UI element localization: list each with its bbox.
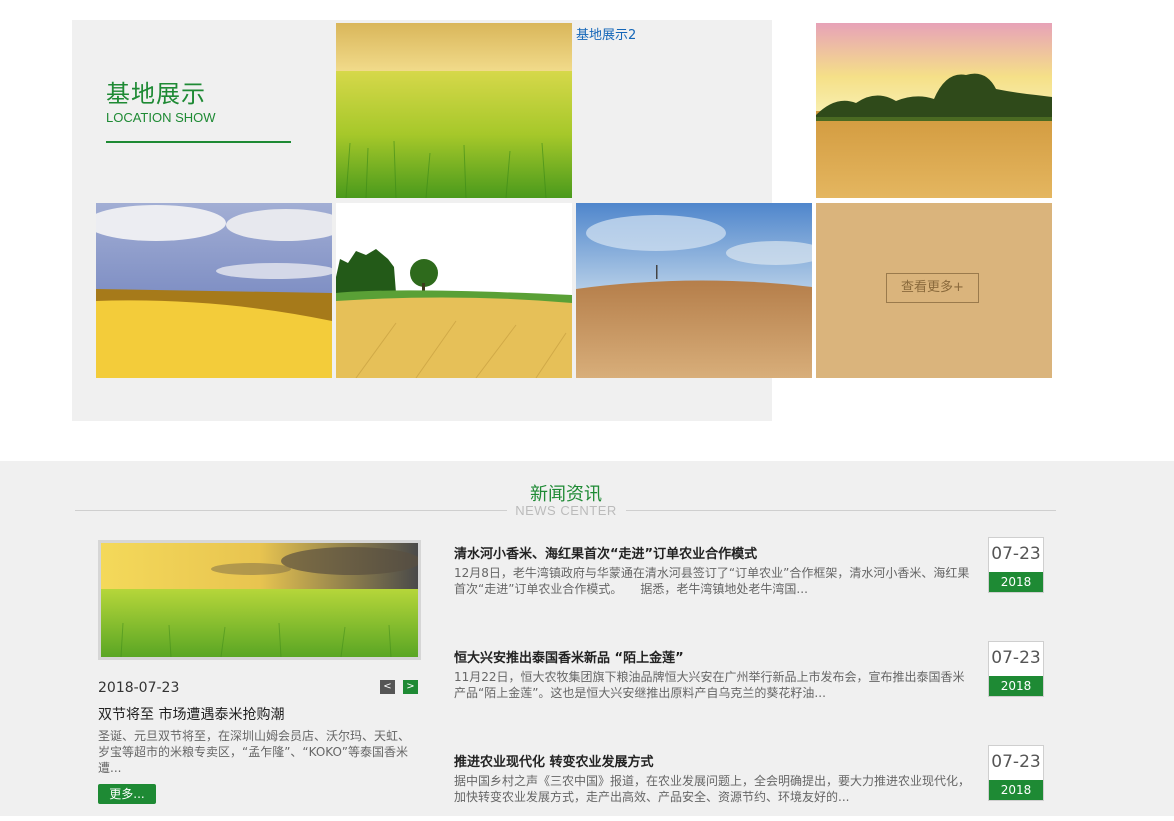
location-title: 基地展示 — [106, 80, 206, 108]
news-item-year: 2018 — [989, 676, 1043, 696]
news-item-day: 07-23 — [991, 544, 1041, 564]
news-section: 新闻资讯 NEWS CENTER 2018-07-23 < > 双节将至 市场遭… — [0, 461, 1174, 816]
location-section: 基地展示 LOCATION SHOW 基地展示2 查看更多+ — [0, 0, 1174, 460]
news-subtitle: NEWS CENTER — [515, 503, 617, 518]
gallery-image-link-2[interactable]: 基地展示2 — [576, 24, 636, 43]
featured-news-title[interactable]: 双节将至 市场遭遇泰米抢购潮 — [98, 704, 284, 724]
gallery-image-sunset-trees[interactable] — [816, 23, 1052, 198]
view-more-button[interactable]: 查看更多+ — [886, 273, 979, 303]
gallery-image-trees-wheat[interactable] — [336, 203, 572, 378]
news-item-date: 07-23 2018 — [988, 641, 1044, 697]
next-arrow-icon[interactable]: > — [403, 680, 418, 694]
gallery-image-brown-field[interactable] — [576, 203, 812, 378]
news-item-year: 2018 — [989, 780, 1043, 800]
news-item-date: 07-23 2018 — [988, 745, 1044, 801]
featured-more-button[interactable]: 更多... — [98, 784, 156, 804]
news-item-date: 07-23 2018 — [988, 537, 1044, 593]
news-item[interactable]: 恒大兴安推出泰国香米新品 “陌上金莲” 11月22日，恒大农牧集团旗下粮油品牌恒… — [454, 641, 1054, 717]
featured-news-image[interactable] — [98, 540, 421, 660]
gallery-more-tile: 查看更多+ — [816, 203, 1052, 378]
news-item-year: 2018 — [989, 572, 1043, 592]
prev-arrow-icon[interactable]: < — [380, 680, 395, 694]
news-item-title[interactable]: 清水河小香米、海红果首次“走进”订单农业合作模式 — [454, 543, 757, 562]
news-item-title[interactable]: 推进农业现代化 转变农业发展方式 — [454, 751, 654, 770]
featured-news-date: 2018-07-23 — [98, 680, 180, 696]
news-item-day: 07-23 — [991, 648, 1041, 668]
gallery-image-golden-hill[interactable] — [96, 203, 332, 378]
news-item-summary: 据中国乡村之声《三农中国》报道，在农业发展问题上，全会明确提出，要大力推进农业现… — [454, 774, 971, 804]
news-item-day: 07-23 — [991, 752, 1041, 772]
news-item-summary: 12月8日，老牛湾镇政府与华蒙通在清水河县签订了“订单农业”合作框架，清水河小香… — [454, 566, 970, 596]
location-subtitle: LOCATION SHOW — [106, 110, 216, 125]
featured-news-summary: 圣诞、元旦双节将至，在深圳山姆会员店、沃尔玛、天虹、岁宝等超市的米粮专卖区，“孟… — [98, 729, 411, 775]
news-item[interactable]: 推进农业现代化 转变农业发展方式 据中国乡村之声《三农中国》报道，在农业发展问题… — [454, 745, 1054, 821]
gallery-image-green-field[interactable] — [336, 23, 572, 198]
news-item[interactable]: 清水河小香米、海红果首次“走进”订单农业合作模式 12月8日，老牛湾镇政府与华蒙… — [454, 537, 1054, 613]
news-item-title[interactable]: 恒大兴安推出泰国香米新品 “陌上金莲” — [454, 647, 684, 666]
title-underline — [106, 141, 291, 143]
news-item-summary: 11月22日，恒大农牧集团旗下粮油品牌恒大兴安在广州举行新品上市发布会，宣布推出… — [454, 670, 965, 700]
